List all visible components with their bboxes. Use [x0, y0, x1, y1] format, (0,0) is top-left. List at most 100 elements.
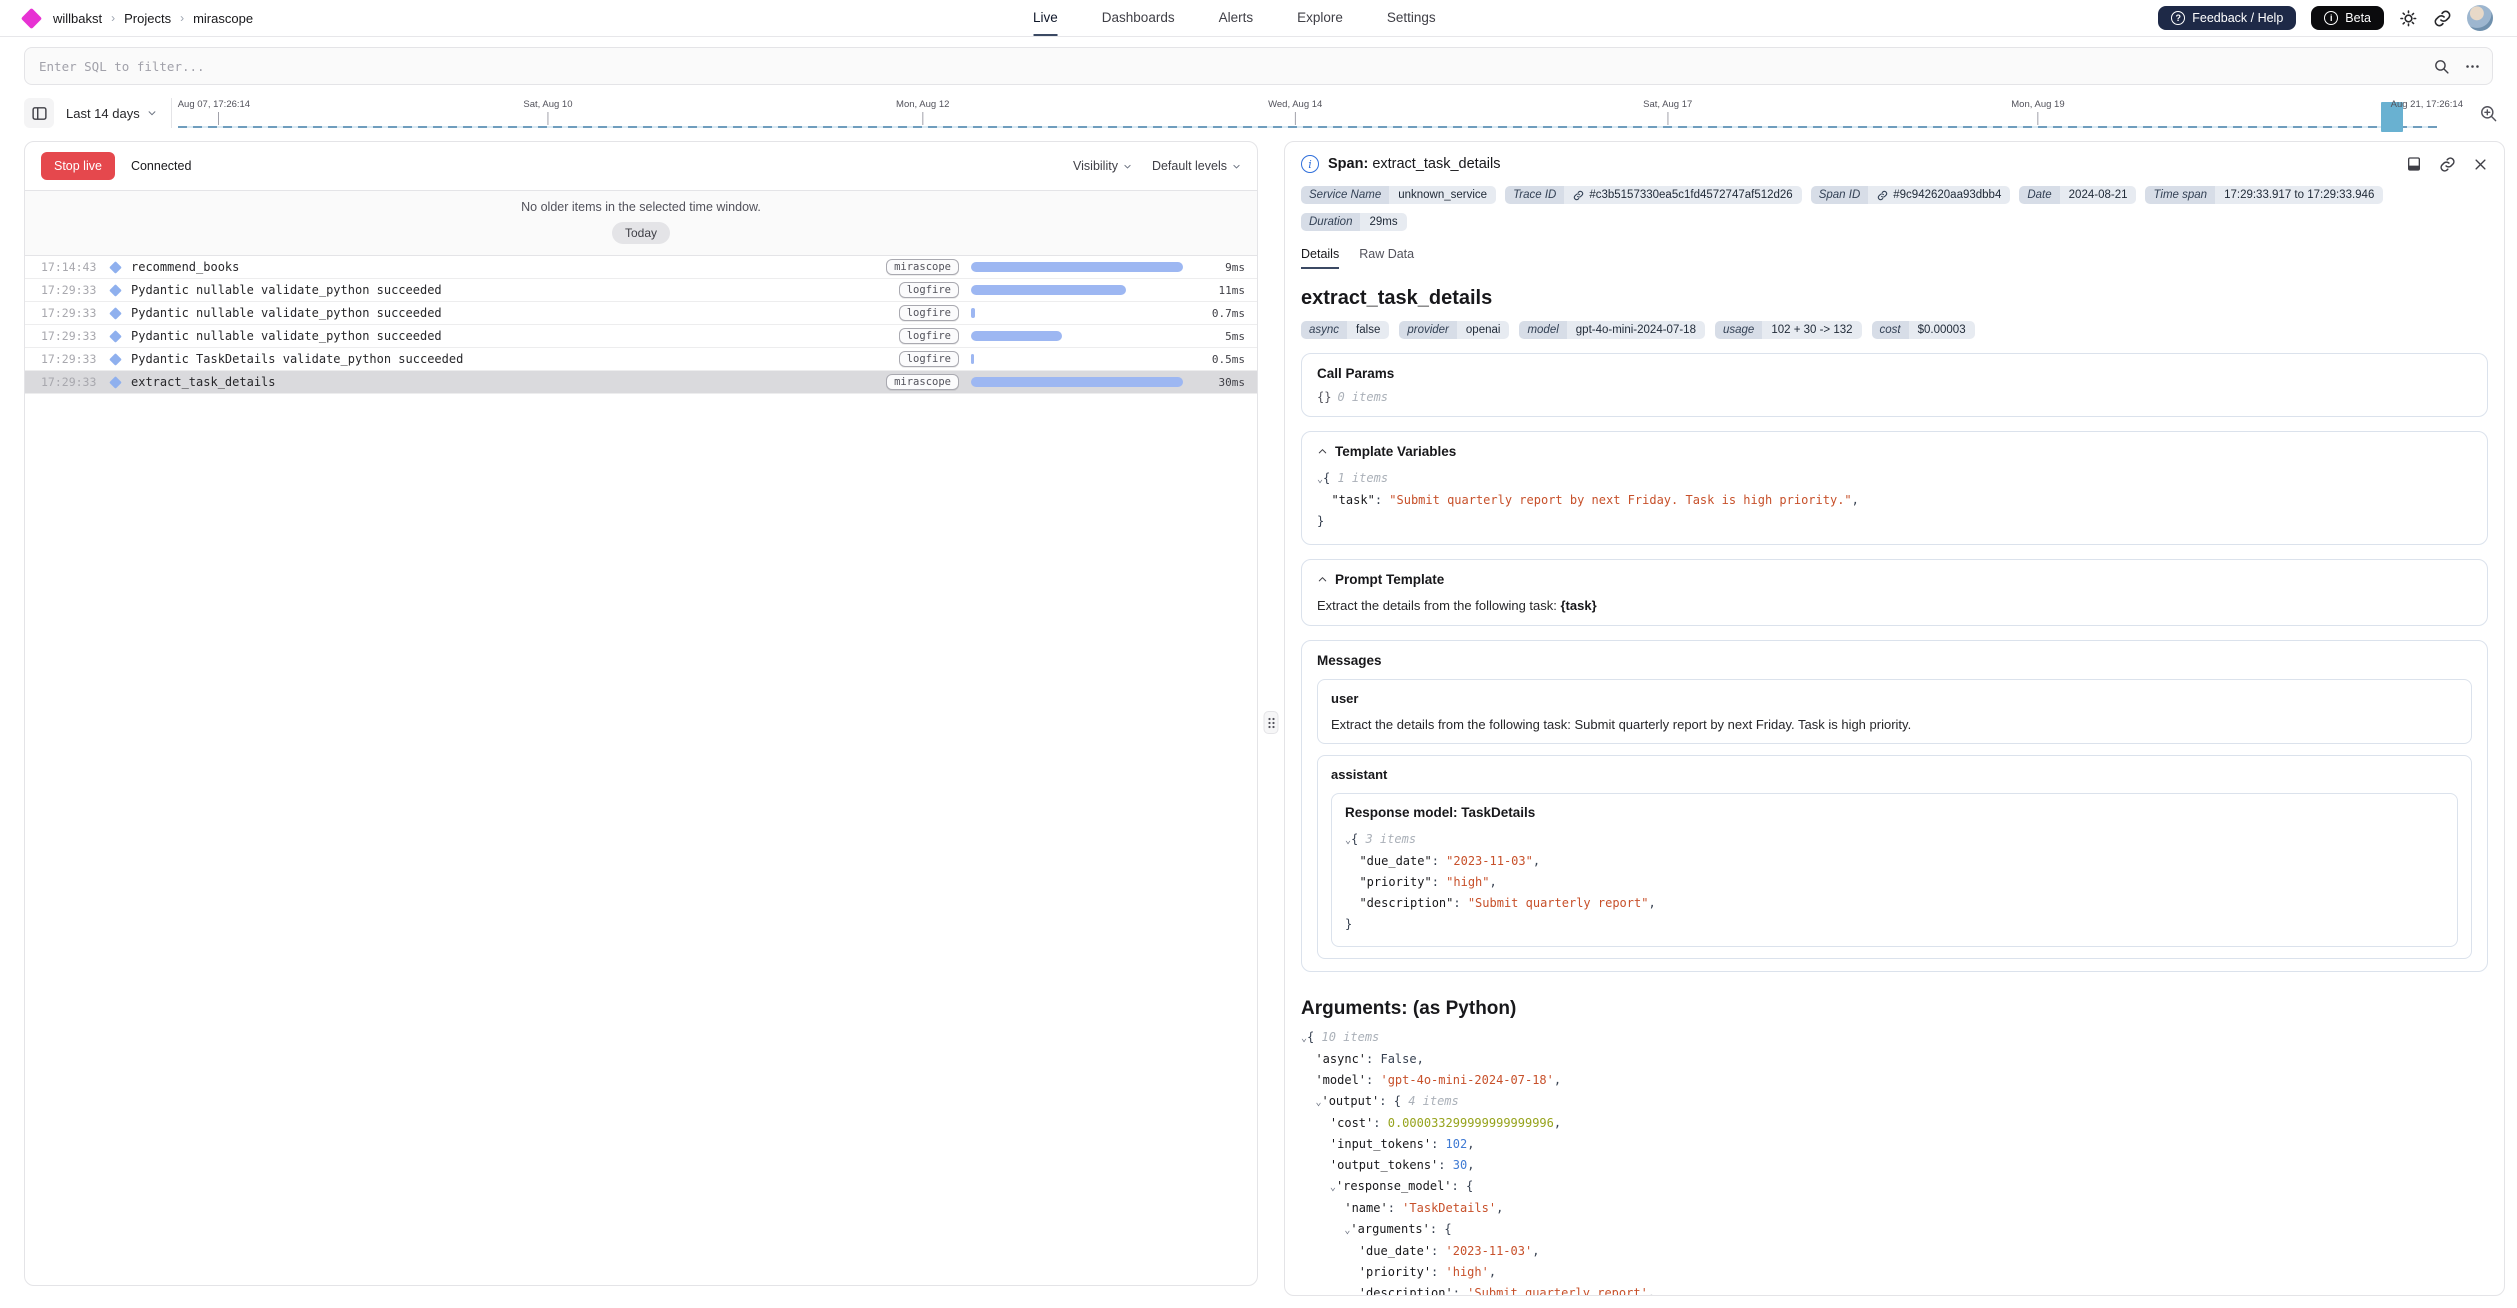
user-role-label: user [1331, 691, 2458, 706]
chevron-down-icon [147, 108, 157, 118]
span-row[interactable]: 17:14:43 recommend_books mirascope 9ms [25, 256, 1257, 279]
span-meta-chip[interactable]: Date 2024-08-21 [2019, 186, 2136, 204]
span-meta-chips: Service Name unknown_service Trace ID #c… [1301, 186, 2488, 231]
span-row-duration: 5ms [1197, 330, 1245, 343]
span-row[interactable]: 17:29:33 Pydantic nullable validate_pyth… [25, 302, 1257, 325]
timeline-tick-mark [2037, 112, 2038, 125]
span-row-barzone [971, 377, 1183, 387]
span-meta-chip[interactable]: Trace ID #c3b5157330ea5c1fd4572747af512d… [1505, 186, 1802, 204]
user-avatar[interactable] [2467, 5, 2493, 31]
detail-tab[interactable]: Details [1301, 247, 1339, 269]
beta-label: Beta [2345, 11, 2371, 25]
breadcrumb-item[interactable]: mirascope [193, 11, 253, 26]
span-row-name: Pydantic nullable validate_python succee… [131, 329, 899, 343]
today-pill[interactable]: Today [612, 222, 670, 244]
span-duration-bar [971, 331, 1062, 341]
nav-tab[interactable]: Settings [1387, 0, 1436, 36]
visibility-dropdown[interactable]: Visibility [1073, 159, 1132, 173]
meta-chip-label: async [1301, 321, 1347, 339]
span-row[interactable]: 17:29:33 extract_task_details mirascope … [25, 371, 1257, 394]
code-line: 'async': False, [1301, 1049, 2488, 1070]
meta-chip-label: Service Name [1301, 186, 1389, 204]
timeline-tick-label: Sat, Aug 10 [523, 99, 572, 110]
timeline-tick-label: Aug 07, 17:26:14 [178, 99, 250, 110]
span-row-name: Pydantic nullable validate_python succee… [131, 306, 899, 320]
code-line: ⌄'response_model': { [1301, 1176, 2488, 1198]
timeline-tick-mark [1667, 112, 1668, 125]
meta-chip-value: #9c942620aa93dbb4 [1868, 186, 2010, 204]
timeline-tick-label: Sat, Aug 17 [1643, 99, 1692, 110]
chevron-up-icon [1317, 574, 1328, 585]
link-icon [1877, 190, 1888, 201]
meta-chip-value: openai [1457, 321, 1510, 339]
panel-layout-icon[interactable] [2406, 156, 2422, 172]
logfire-logo-icon[interactable] [21, 7, 42, 28]
sql-filter-input[interactable] [24, 47, 2493, 85]
meta-chip-text: 2024-08-21 [2069, 189, 2128, 201]
nav-tab[interactable]: Explore [1297, 0, 1343, 36]
theme-toggle-icon[interactable] [2399, 9, 2418, 28]
span-name-heading: extract_task_details [1301, 287, 2488, 310]
span-row-duration: 30ms [1197, 376, 1245, 389]
code-line: "task": "Submit quarterly report by next… [1317, 490, 2472, 511]
timeline-tick-mark [1295, 112, 1296, 125]
span-meta-chip[interactable]: Service Name unknown_service [1301, 186, 1496, 204]
prompt-template-toggle[interactable]: Prompt Template [1317, 572, 2472, 587]
drag-handle-icon[interactable] [1264, 711, 1279, 734]
span-meta-chip[interactable]: Duration 29ms [1301, 213, 1407, 231]
meta-chip-value: 2024-08-21 [2060, 186, 2137, 204]
meta-chip-label: Duration [1301, 213, 1360, 231]
breadcrumb-separator-icon: › [180, 11, 184, 25]
breadcrumb-item[interactable]: Projects [124, 11, 171, 26]
span-row[interactable]: 17:29:33 Pydantic TaskDetails validate_p… [25, 348, 1257, 371]
breadcrumb-item[interactable]: willbakst [53, 11, 102, 26]
nav-tab[interactable]: Dashboards [1102, 0, 1175, 36]
span-meta-chip[interactable]: Time span 17:29:33.917 to 17:29:33.946 [2145, 186, 2383, 204]
nav-tab[interactable]: Alerts [1219, 0, 1254, 36]
span-diamond-icon [109, 330, 122, 343]
search-icon[interactable] [2433, 58, 2450, 75]
span-attr-chip: async false [1301, 321, 1389, 339]
more-options-icon[interactable] [2464, 58, 2481, 75]
share-link-icon[interactable] [2433, 9, 2452, 28]
timeline-bar: Last 14 days Aug 07, 17:26:14 Sat, Aug 1… [0, 85, 2517, 133]
meta-chip-text: openai [1466, 324, 1501, 336]
sidebar-toggle-icon[interactable] [24, 98, 54, 128]
time-range-label: Last 14 days [66, 106, 140, 121]
feedback-help-button[interactable]: ? Feedback / Help [2158, 6, 2296, 30]
nav-tab[interactable]: Live [1033, 0, 1058, 36]
span-row[interactable]: 17:29:33 Pydantic nullable validate_pyth… [25, 325, 1257, 348]
stop-live-button[interactable]: Stop live [41, 152, 115, 180]
detail-tabs: Details Raw Data [1301, 247, 2488, 269]
template-variables-toggle[interactable]: Template Variables [1317, 444, 2472, 459]
time-range-select[interactable]: Last 14 days [54, 106, 171, 121]
detail-tab[interactable]: Raw Data [1359, 247, 1414, 269]
span-row[interactable]: 17:29:33 Pydantic nullable validate_pyth… [25, 279, 1257, 302]
beta-button[interactable]: i Beta [2311, 6, 2384, 30]
meta-chip-value: $0.00003 [1909, 321, 1975, 339]
timeline-tick: Aug 07, 17:26:14 [178, 99, 250, 125]
messages-title: Messages [1317, 653, 2472, 668]
span-meta-chip[interactable]: Span ID #9c942620aa93dbb4 [1811, 186, 2011, 204]
span-row-time: 17:29:33 [41, 375, 107, 389]
breadcrumb: willbakst › Projects › mirascope [53, 11, 253, 26]
span-row-name: recommend_books [131, 260, 886, 274]
default-levels-dropdown[interactable]: Default levels [1152, 159, 1241, 173]
panel-resizer[interactable] [1258, 141, 1284, 1296]
live-panel: Stop live Connected Visibility Default l… [24, 141, 1258, 1286]
span-diamond-icon [109, 261, 122, 274]
chevron-up-icon [1317, 446, 1328, 457]
span-row-tag: logfire [899, 328, 959, 344]
meta-chip-label: Time span [2145, 186, 2215, 204]
copy-link-icon[interactable] [2439, 156, 2456, 173]
span-row-duration: 11ms [1197, 284, 1245, 297]
nav-tab-label: Live [1033, 10, 1058, 25]
span-row-name: extract_task_details [131, 375, 886, 389]
code-line: ⌄{ 1 items [1317, 468, 2472, 490]
meta-chip-text: false [1356, 324, 1380, 336]
prompt-template-text: Extract the details from the following t… [1317, 598, 2472, 613]
timeline-track[interactable]: Aug 07, 17:26:14 Sat, Aug 10 Mon, Aug 12… [178, 93, 2463, 133]
zoom-in-icon[interactable] [2473, 98, 2503, 128]
close-icon[interactable] [2473, 157, 2488, 172]
code-line: 'model': 'gpt-4o-mini-2024-07-18', [1301, 1070, 2488, 1091]
